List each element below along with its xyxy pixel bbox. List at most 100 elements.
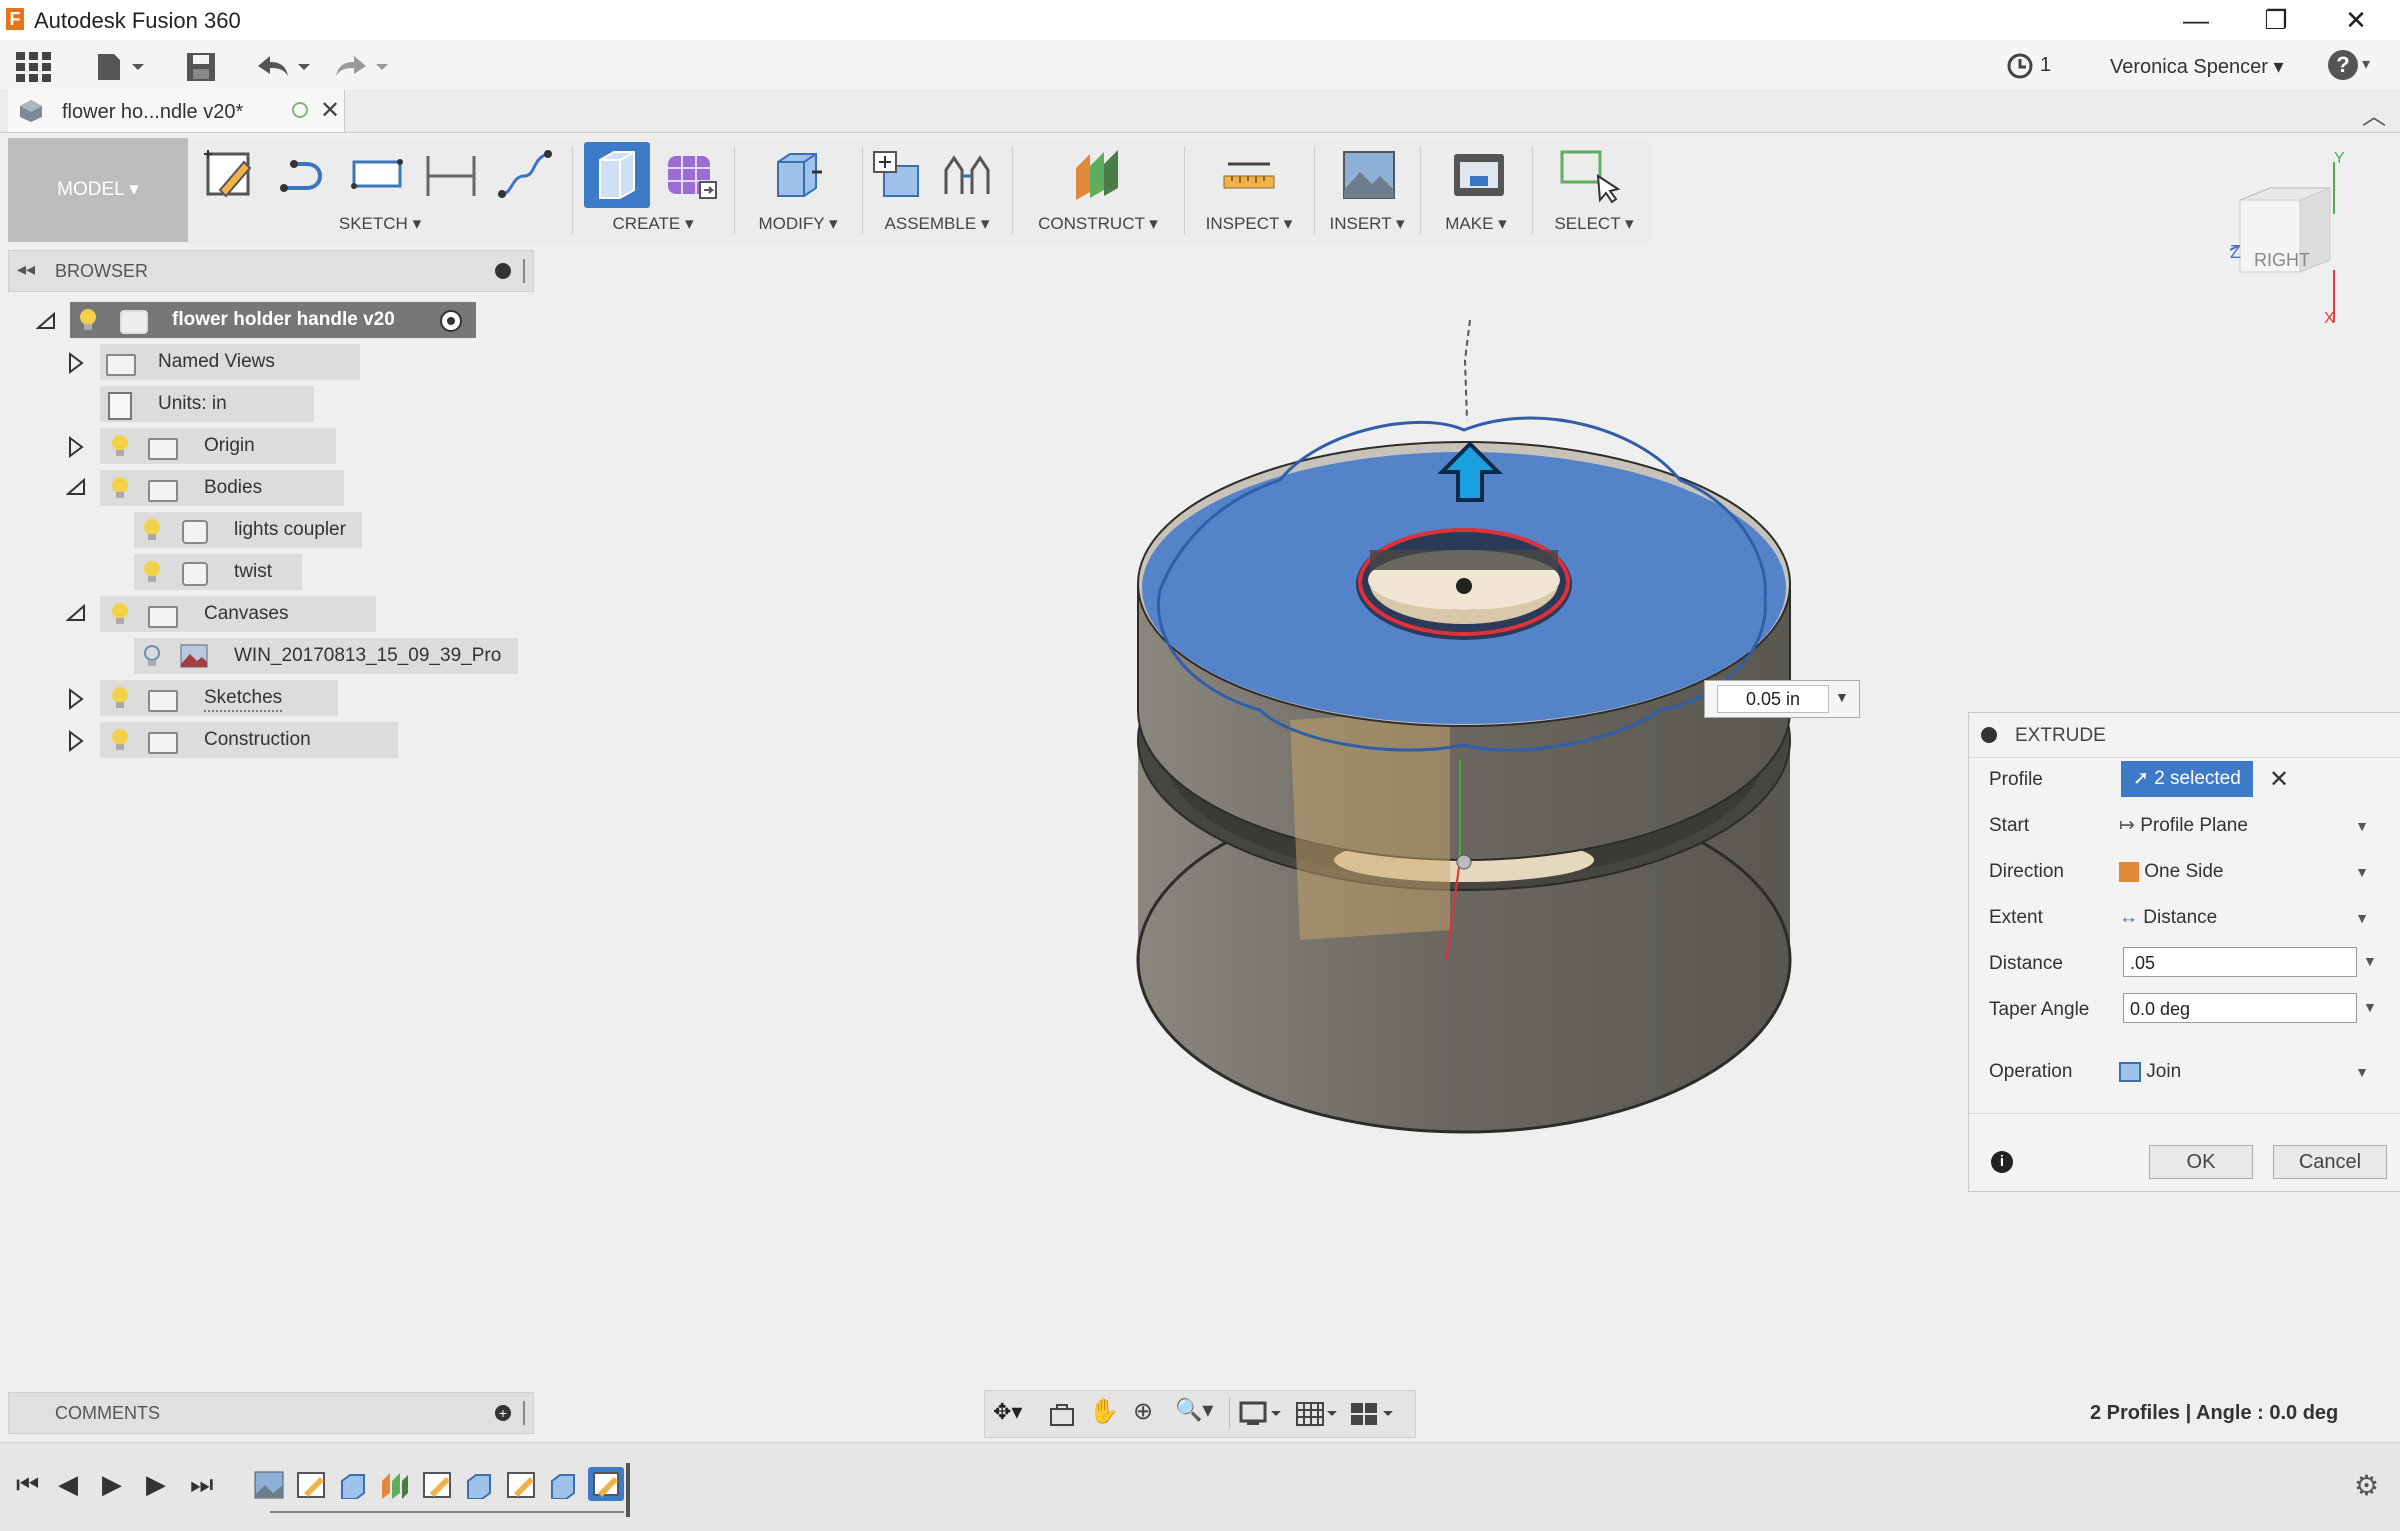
- timeline-extrude-feature-icon[interactable]: [464, 1471, 494, 1500]
- data-panel-grid-icon[interactable]: [16, 52, 52, 82]
- restore-button[interactable]: ❐: [2246, 4, 2306, 36]
- play-icon[interactable]: ▶: [102, 1469, 122, 1500]
- direction-dropdown[interactable]: One Side ▼: [2119, 855, 2379, 889]
- joint-icon[interactable]: [938, 146, 996, 204]
- timeline-sketch-feature-icon[interactable]: [506, 1471, 536, 1499]
- distance-manipulator-value[interactable]: 0.05 in: [1717, 685, 1829, 713]
- offset-plane-icon[interactable]: [1068, 146, 1126, 204]
- measure-icon[interactable]: [1220, 146, 1278, 204]
- distance-manipulator[interactable]: 0.05 in ▼: [1704, 680, 1860, 718]
- visibility-bulb-icon[interactable]: [110, 476, 130, 500]
- select-tool-icon[interactable]: [1558, 146, 1621, 204]
- form-icon[interactable]: [662, 146, 720, 204]
- fit-zoom-window-icon[interactable]: 🔍▾: [1175, 1397, 1213, 1423]
- go-to-end-icon[interactable]: ⏭: [190, 1469, 213, 1501]
- browser-item-sketches[interactable]: Sketches: [66, 680, 466, 716]
- document-tab[interactable]: flower ho...ndle v20* ✕: [8, 90, 345, 132]
- visibility-bulb-icon[interactable]: [142, 560, 162, 584]
- step-forward-icon[interactable]: ▶: [146, 1469, 166, 1500]
- expanded-triangle-icon[interactable]: [35, 311, 56, 335]
- rectangle-tool-icon[interactable]: [348, 146, 406, 204]
- extent-dropdown[interactable]: ↔ Distance ▼: [2119, 901, 2379, 935]
- modify-menu[interactable]: MODIFY ▾: [740, 214, 856, 234]
- collapse-ribbon-icon[interactable]: ︿: [2362, 96, 2386, 131]
- insert-menu[interactable]: INSERT ▾: [1320, 214, 1414, 234]
- make-menu[interactable]: MAKE ▾: [1426, 214, 1526, 234]
- pan-hand-icon[interactable]: ✋: [1089, 1397, 1119, 1426]
- browser-item-lights-coupler[interactable]: lights coupler: [130, 512, 510, 548]
- browser-item-named-views[interactable]: Named Views: [66, 344, 466, 380]
- visibility-bulb-icon[interactable]: [110, 728, 130, 752]
- undo-icon[interactable]: [256, 52, 312, 82]
- viewcube-face-label[interactable]: RIGHT: [2254, 250, 2310, 271]
- browser-item-origin[interactable]: Origin: [66, 428, 466, 464]
- new-component-icon[interactable]: [868, 146, 926, 204]
- view-cube[interactable]: Y Z X RIGHT: [2229, 150, 2370, 340]
- display-settings-icon[interactable]: [1239, 1399, 1283, 1429]
- browser-root-node[interactable]: flower holder handle v20: [30, 302, 490, 338]
- close-window-button[interactable]: ✕: [2326, 4, 2386, 36]
- 3d-model-viewport[interactable]: [1120, 300, 1820, 1160]
- expanded-triangle-icon[interactable]: [65, 603, 86, 627]
- comments-pin-icon[interactable]: [523, 1401, 525, 1425]
- operation-dropdown[interactable]: Join ▼: [2119, 1055, 2379, 1089]
- browser-pin-icon[interactable]: [523, 259, 525, 283]
- taper-angle-input[interactable]: 0.0 deg: [2123, 993, 2357, 1023]
- timeline-extrude-feature-icon[interactable]: [548, 1471, 578, 1500]
- assemble-menu[interactable]: ASSEMBLE ▾: [868, 214, 1006, 234]
- browser-item-twist[interactable]: twist: [130, 554, 510, 590]
- select-menu[interactable]: SELECT ▾: [1538, 214, 1650, 234]
- create-sketch-icon[interactable]: [200, 146, 258, 204]
- distance-options-icon[interactable]: ▼: [2363, 953, 2377, 969]
- collapse-browser-icon[interactable]: ◂◂: [17, 259, 35, 280]
- distance-input[interactable]: .05: [2123, 947, 2357, 977]
- visibility-bulb-icon[interactable]: [78, 308, 98, 332]
- extrude-icon[interactable]: [584, 142, 650, 208]
- minimize-button[interactable]: —: [2166, 4, 2226, 36]
- help-icon[interactable]: ?: [2328, 50, 2358, 80]
- redo-icon[interactable]: [334, 52, 390, 82]
- visibility-bulb-icon[interactable]: [110, 434, 130, 458]
- collapsed-triangle-icon[interactable]: [68, 730, 84, 757]
- browser-item-construction[interactable]: Construction: [66, 722, 466, 758]
- browser-item-canvas-image[interactable]: WIN_20170813_15_09_39_Pro: [130, 638, 530, 674]
- grid-settings-icon[interactable]: [1295, 1399, 1339, 1429]
- timeline-settings-gear-icon[interactable]: ⚙: [2354, 1469, 2379, 1502]
- collapsed-triangle-icon[interactable]: [68, 436, 84, 463]
- orbit-icon[interactable]: ✥▾: [993, 1399, 1037, 1429]
- visibility-bulb-icon[interactable]: [110, 686, 130, 710]
- browser-minimize-icon[interactable]: [495, 263, 511, 279]
- 3d-print-icon[interactable]: [1450, 146, 1508, 204]
- create-menu[interactable]: CREATE ▾: [578, 214, 728, 234]
- user-menu[interactable]: Veronica Spencer ▾: [2110, 54, 2284, 79]
- save-icon[interactable]: [186, 52, 216, 82]
- browser-item-units[interactable]: Units: in: [66, 386, 466, 422]
- info-icon[interactable]: i: [1991, 1151, 2013, 1173]
- line-tool-icon[interactable]: [274, 146, 332, 204]
- sketch-menu[interactable]: SKETCH ▾: [194, 214, 566, 234]
- expanded-triangle-icon[interactable]: [65, 477, 86, 501]
- spline-tool-icon[interactable]: [496, 146, 554, 204]
- visibility-bulb-off-icon[interactable]: [142, 644, 162, 668]
- timeline-active-sketch-feature-icon[interactable]: [588, 1467, 624, 1501]
- step-back-icon[interactable]: ◀: [58, 1469, 78, 1500]
- close-tab-icon[interactable]: ✕: [320, 96, 340, 125]
- look-at-icon[interactable]: [1047, 1401, 1077, 1429]
- add-comment-icon[interactable]: +: [495, 1405, 511, 1421]
- timeline-sketch-feature-icon[interactable]: [296, 1471, 326, 1499]
- inspect-menu[interactable]: INSPECT ▾: [1190, 214, 1308, 234]
- sketch-dimension-icon[interactable]: [422, 146, 480, 204]
- workspace-switcher[interactable]: MODEL ▾: [8, 138, 188, 242]
- construct-menu[interactable]: CONSTRUCT ▾: [1018, 214, 1178, 234]
- viewports-icon[interactable]: [1349, 1399, 1397, 1429]
- profile-selection-button[interactable]: ➚ 2 selected: [2121, 761, 2253, 797]
- timeline-canvas-feature-icon[interactable]: [254, 1471, 284, 1499]
- taper-options-icon[interactable]: ▼: [2363, 999, 2377, 1015]
- press-pull-icon[interactable]: [768, 146, 826, 204]
- collapsed-triangle-icon[interactable]: [68, 688, 84, 715]
- file-menu-icon[interactable]: [96, 52, 148, 82]
- ok-button[interactable]: OK: [2149, 1145, 2253, 1179]
- timeline-plane-feature-icon[interactable]: [380, 1471, 410, 1499]
- go-to-start-icon[interactable]: ⏮: [16, 1469, 39, 1501]
- help-chevron-icon[interactable]: ▾: [2362, 54, 2370, 74]
